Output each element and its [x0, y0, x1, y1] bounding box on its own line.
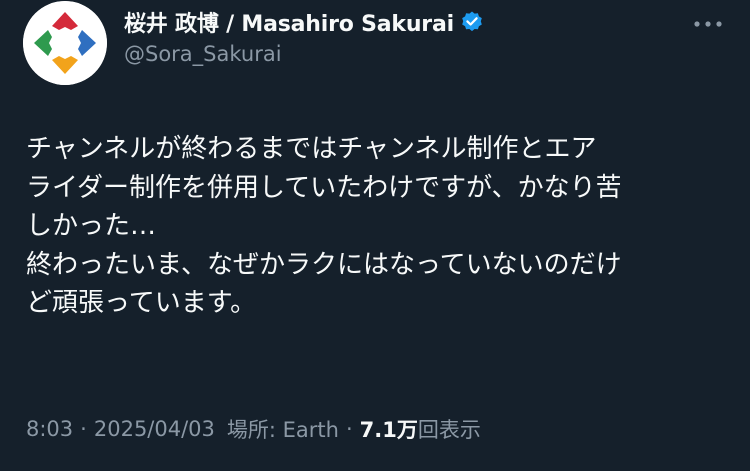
views-count: 7.1万: [359, 418, 418, 442]
tweet-text-line: ど頑張っています。: [26, 288, 257, 318]
more-options-button[interactable]: [688, 14, 728, 34]
tweet-text-line: チャンネルが終わるまではチャンネル制作とエア: [26, 134, 597, 164]
more-horizontal-icon: [694, 21, 722, 27]
tweet-text: チャンネルが終わるまではチャンネル制作とエア ライダー制作を併用していたわけです…: [26, 130, 726, 323]
tweet-card: 桜井 政博 / Masahiro Sakurai @Sora_Sakurai チ…: [0, 0, 750, 471]
tweet-text-line: ライダー制作を併用していたわけですが、かなり苦: [26, 172, 622, 203]
avatar[interactable]: [23, 1, 107, 85]
tweet-location: 場所: Earth: [226, 418, 339, 442]
verified-badge-icon[interactable]: [460, 10, 484, 34]
tweet-text-line: しかった…: [26, 211, 157, 241]
meta-separator: ·: [345, 417, 353, 441]
author-display-name[interactable]: 桜井 政博 / Masahiro Sakurai: [124, 6, 454, 38]
tweet-date[interactable]: 2025/04/03: [94, 417, 215, 441]
tweet-time[interactable]: 8:03: [26, 417, 73, 441]
avatar-compass-icon: [23, 1, 107, 85]
tweet-text-line: 終わったいま、なぜかラクにはなっていないのだけ: [26, 249, 622, 280]
author-handle[interactable]: @Sora_Sakurai: [124, 42, 282, 66]
author-name-row: 桜井 政博 / Masahiro Sakurai: [124, 6, 484, 38]
meta-separator: ·: [80, 417, 87, 441]
views-label: 回表示: [417, 418, 481, 442]
tweet-meta: 8:03 · 2025/04/03 場所: Earth · 7.1万 回表示: [26, 414, 481, 444]
